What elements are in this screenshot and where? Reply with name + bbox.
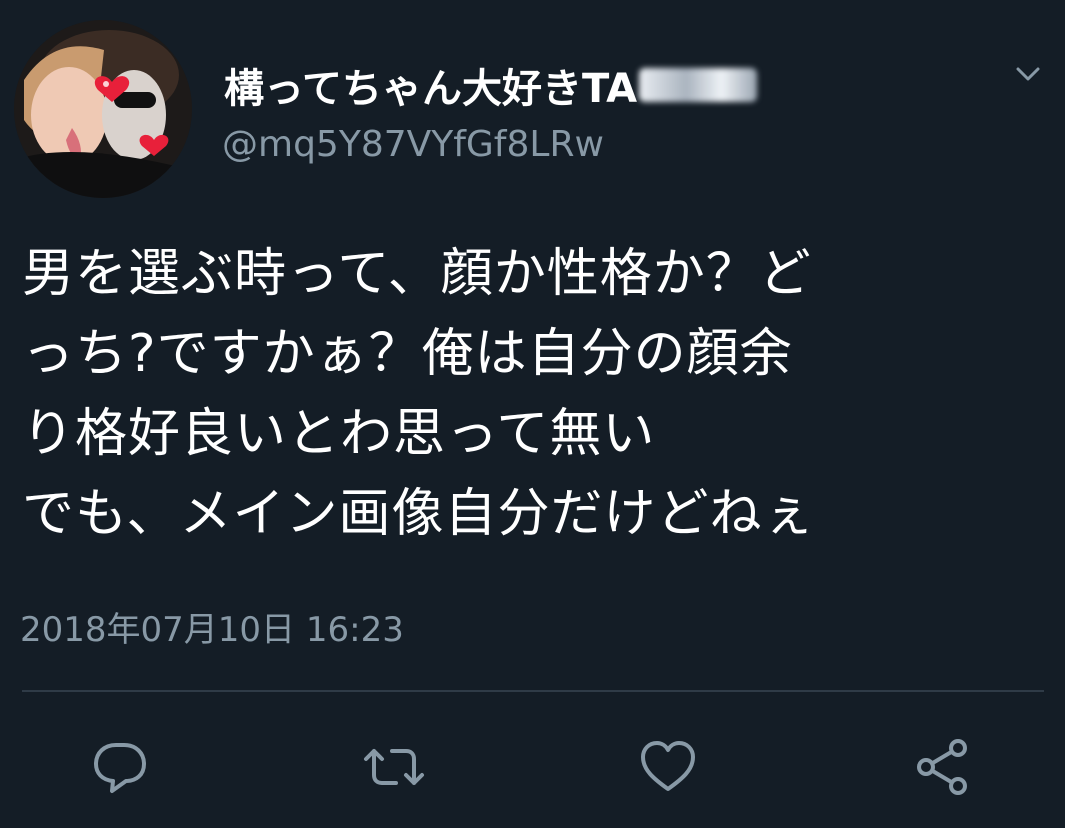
tweet-text-line: り格好良いとわ思って無い <box>22 404 656 464</box>
tweet-text-line: っち?ですかぁ？俺は自分の顔余 <box>22 324 793 384</box>
chevron-down-icon[interactable] <box>1012 58 1044 90</box>
retweet-button[interactable] <box>362 735 426 799</box>
avatar[interactable] <box>14 20 192 198</box>
avatar-image <box>14 20 192 198</box>
share-icon <box>917 739 967 795</box>
tweet-text: 男を選ぶ時って、顔か性格か？ど っち?ですかぁ？俺は自分の顔余 り格好良いとわ思… <box>22 234 1052 554</box>
heart-icon <box>641 741 695 791</box>
divider <box>22 690 1044 692</box>
display-name[interactable]: 構ってちゃん大好きTA <box>224 56 758 114</box>
like-button[interactable] <box>636 735 700 799</box>
reply-button[interactable] <box>88 735 152 799</box>
retweet-icon <box>364 749 424 785</box>
reply-icon <box>94 743 146 793</box>
display-name-text: 構ってちゃん大好きTA <box>224 66 638 112</box>
tweet-text-line: 男を選ぶ時って、顔か性格か？ど <box>22 244 812 304</box>
tweet-timestamp: 2018年07月10日 16:23 <box>20 610 404 650</box>
name-redaction <box>639 68 758 102</box>
tweet-text-line: でも、メイン画像自分だけどねぇ <box>22 484 816 544</box>
share-button[interactable] <box>910 735 974 799</box>
user-handle[interactable]: @mq5Y87VYfGf8LRw <box>222 124 604 165</box>
